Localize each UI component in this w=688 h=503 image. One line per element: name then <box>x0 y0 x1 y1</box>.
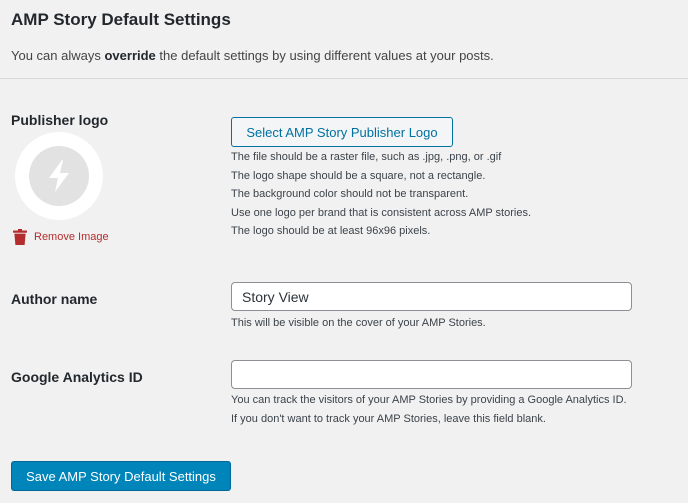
author-name-label: Author name <box>11 291 98 307</box>
author-name-hint: This will be visible on the cover of you… <box>231 317 486 329</box>
analytics-hint-line: If you don't want to track your AMP Stor… <box>231 412 546 425</box>
divider <box>0 78 688 79</box>
logo-note: The background color should not be trans… <box>231 188 469 200</box>
analytics-hint: You can track the visitors of your AMP S… <box>231 391 627 428</box>
logo-requirements: The file should be a raster file, such a… <box>231 148 531 241</box>
logo-inner-circle <box>29 146 89 206</box>
intro-text-end: the default settings by using different … <box>155 48 494 63</box>
save-settings-button[interactable]: Save AMP Story Default Settings <box>11 461 231 491</box>
analytics-id-input[interactable] <box>231 360 632 389</box>
remove-image-link[interactable]: Remove Image <box>13 229 109 245</box>
intro-text-bold: override <box>104 48 156 63</box>
lightning-bolt-icon <box>49 160 69 192</box>
page-title: AMP Story Default Settings <box>11 10 231 29</box>
intro-text-start: You can always <box>11 48 105 63</box>
logo-note: The file should be a raster file, such a… <box>231 151 502 163</box>
publisher-logo-label: Publisher logo <box>11 112 109 128</box>
author-name-input[interactable] <box>231 282 632 311</box>
intro-text: You can always override the default sett… <box>11 48 494 63</box>
logo-note: The logo should be at least 96x96 pixels… <box>231 225 431 237</box>
analytics-hint-line: You can track the visitors of your AMP S… <box>231 394 627 406</box>
logo-note: Use one logo per brand that is consisten… <box>231 206 532 219</box>
logo-note: The logo shape should be a square, not a… <box>231 169 486 182</box>
analytics-id-label: Google Analytics ID <box>11 369 143 385</box>
select-logo-button[interactable]: Select AMP Story Publisher Logo <box>231 117 453 147</box>
publisher-logo-preview <box>15 132 103 220</box>
remove-image-label: Remove Image <box>34 231 109 243</box>
trash-icon <box>13 229 27 245</box>
